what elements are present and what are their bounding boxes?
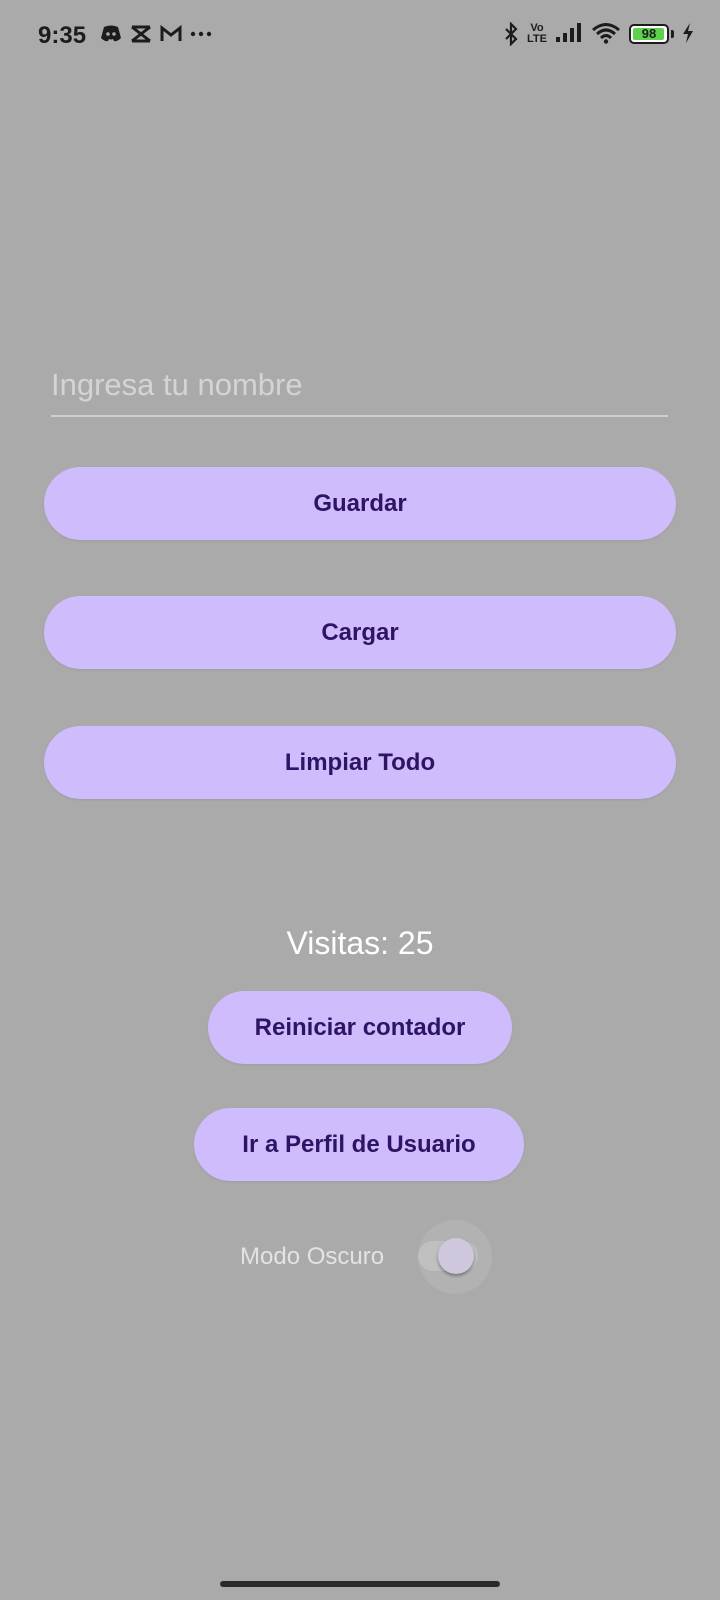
more-dots-icon xyxy=(190,24,212,48)
wifi-icon xyxy=(591,22,621,46)
battery-tip xyxy=(671,30,674,38)
save-button[interactable]: Guardar xyxy=(44,467,676,540)
battery-icon: 98 xyxy=(629,24,669,44)
dark-mode-row: Modo Oscuro xyxy=(0,1220,720,1294)
charging-bolt-icon xyxy=(682,22,694,46)
status-bar: 9:35 Vo LTE 98 xyxy=(0,0,720,72)
volte-icon: Vo LTE xyxy=(527,23,547,45)
system-icons: Vo LTE 98 xyxy=(503,21,694,47)
discord-icon xyxy=(100,24,122,48)
volte-line2: LTE xyxy=(527,33,547,45)
notification-icons xyxy=(100,24,212,48)
clear-all-button[interactable]: Limpiar Todo xyxy=(44,726,676,799)
visits-counter: Visitas: 25 xyxy=(286,925,434,961)
load-button[interactable]: Cargar xyxy=(44,596,676,669)
capcut-icon xyxy=(130,24,152,48)
name-input[interactable] xyxy=(51,355,668,417)
battery-level: 98 xyxy=(641,26,657,41)
home-indicator[interactable] xyxy=(220,1581,500,1587)
status-time: 9:35 xyxy=(38,22,87,49)
dark-mode-label: Modo Oscuro xyxy=(240,1243,385,1270)
signal-icon xyxy=(555,22,583,46)
bluetooth-icon xyxy=(503,21,519,47)
gmail-icon xyxy=(160,24,182,48)
user-profile-button[interactable]: Ir a Perfil de Usuario xyxy=(194,1108,524,1181)
dark-mode-switch-thumb[interactable] xyxy=(438,1238,474,1274)
reset-counter-button[interactable]: Reiniciar contador xyxy=(208,991,512,1064)
